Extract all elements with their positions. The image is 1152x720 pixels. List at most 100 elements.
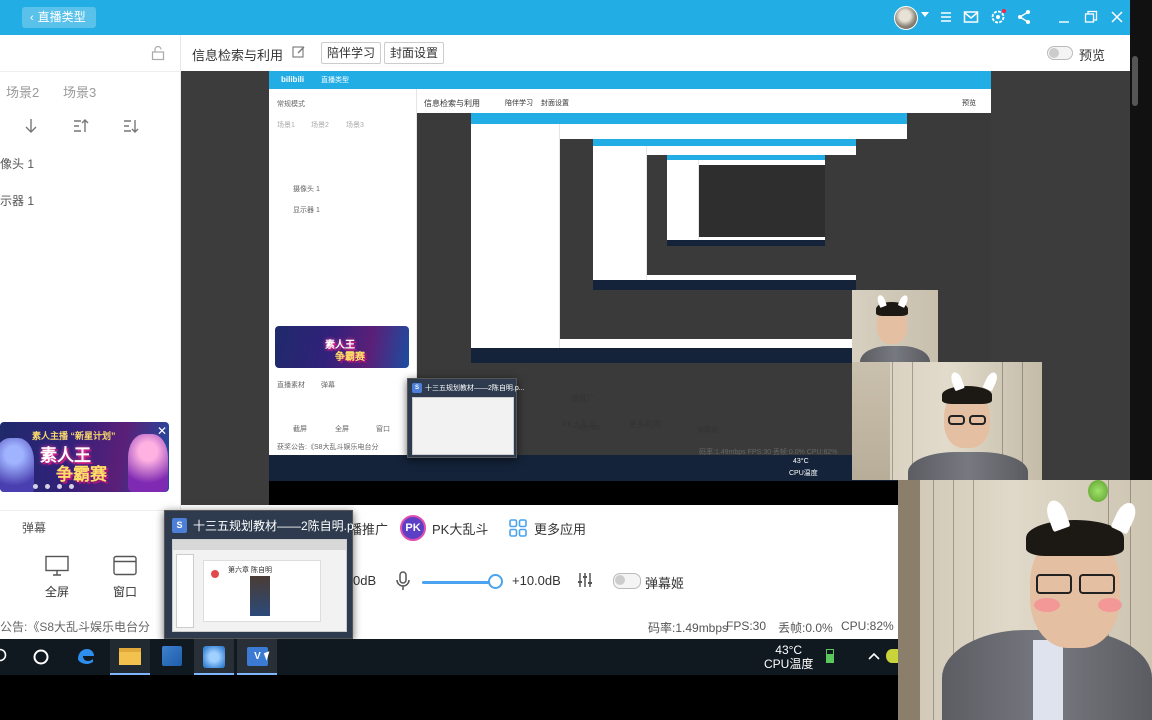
nested-danmaku: 弹幕姬	[697, 427, 718, 434]
cpu-temp-label: CPU温度	[764, 657, 814, 671]
settings-icon[interactable]	[989, 8, 1007, 26]
window-capture-button[interactable]: 窗口	[110, 555, 140, 600]
chevron-up-icon[interactable]	[866, 648, 888, 670]
banner-character-left	[0, 438, 34, 492]
back-button-label: 直播类型	[37, 10, 86, 24]
chevron-down-icon[interactable]	[921, 12, 929, 17]
nested-title-bar: bilibili 直播类型	[269, 71, 991, 89]
dropped-frames-status: 丢帧:0.0%	[778, 621, 833, 635]
leaf-decoration	[1088, 480, 1108, 502]
nested-left-title: 常规模式	[277, 101, 305, 108]
share-icon[interactable]	[1015, 8, 1033, 26]
banner-title-2: 争霸赛	[56, 465, 107, 484]
unlock-icon[interactable]	[150, 45, 166, 61]
monitor-icon	[45, 555, 69, 576]
cpu-temp-value: 43°C	[775, 643, 803, 657]
nested-tab-1: 直播素材	[277, 382, 305, 389]
fullscreen-capture-button[interactable]: 全屏	[42, 555, 72, 600]
promo-banner[interactable]: 素人主播 “新星计划” 素人王 争霸赛 ✕	[0, 422, 169, 492]
close-icon[interactable]	[1108, 8, 1126, 26]
cover-settings-button[interactable]: 封面设置	[384, 42, 445, 64]
minimize-icon[interactable]	[1055, 8, 1073, 26]
battery-icon[interactable]	[826, 649, 848, 671]
app-more[interactable]: 更多应用	[508, 518, 586, 538]
cpu-temperature: 43°C CPU温度	[764, 643, 813, 671]
nested-capture-2: 全屏	[335, 426, 349, 433]
app-title-bar: ‹ 直播类型	[0, 0, 1130, 35]
chevron-left-icon: ‹	[30, 12, 34, 24]
nested-banner: 素人王 争霸赛	[275, 326, 409, 368]
window-label: 窗口	[112, 585, 137, 599]
bottom-tabs: 弹幕	[0, 510, 181, 544]
window-thumbnail-popup[interactable]: S 十三五规划教材——2陈自明.p... 第六章 陈自明	[164, 510, 364, 639]
nested-banner-title-2: 争霸赛	[335, 352, 365, 363]
tab-danmaku[interactable]: 弹幕	[22, 519, 46, 536]
app-pk-battle[interactable]: PK PK大乱斗	[400, 515, 488, 541]
window-icon	[113, 555, 137, 576]
move-down-icon[interactable]	[22, 117, 40, 135]
volume-right-value: +10.0dB	[512, 573, 561, 588]
thumbnail-preview: 第六章 陈自明	[172, 539, 347, 632]
scene-sidebar: 场景2 场景3 像头 1 示器 1 素人主播 “新星计划” 素人王 争霸赛 ✕ …	[0, 35, 181, 639]
danmaku-label: 弹幕姬	[645, 576, 685, 591]
nested-thumbnail: S 十三五规划教材——2陈自明.p...	[407, 378, 525, 458]
nested-temp-label: CPU温度	[789, 470, 818, 477]
taskbar-item-app-1[interactable]	[194, 639, 234, 675]
scene-tab-3[interactable]: 场景3	[63, 82, 96, 101]
move-bottom-icon[interactable]	[122, 117, 140, 135]
store-icon[interactable]	[162, 646, 184, 668]
nested-capture-3: 窗口	[376, 426, 390, 433]
menu-icon[interactable]	[937, 8, 955, 26]
nested-sidebar: 常规模式 场景1 场景2 场景3 摄像头 1 显示器 1 素人王 争霸赛 直播素…	[269, 89, 417, 455]
equalizer-icon[interactable]	[576, 571, 594, 592]
taskbar-item-file-explorer[interactable]	[110, 639, 150, 675]
search-icon[interactable]	[0, 646, 14, 668]
source-item-camera[interactable]: 像头 1	[0, 155, 34, 172]
tray-app-icon[interactable]	[886, 649, 898, 663]
nested-tab-2: 弹幕	[321, 382, 335, 389]
bitrate-status: 码率:1.49mbps	[648, 621, 729, 635]
banner-carousel-dots[interactable]	[33, 484, 74, 489]
cpu-status: CPU:82%	[841, 619, 894, 633]
nested-source-2: 显示器 1	[293, 207, 320, 214]
volume-slider-track[interactable]	[422, 581, 496, 584]
scrollbar-thumb[interactable]	[1132, 56, 1138, 106]
banner-close-icon[interactable]: ✕	[157, 424, 167, 438]
mail-icon[interactable]	[962, 8, 980, 26]
nested-thumb-title: 十三五规划教材——2陈自明.p...	[425, 385, 525, 392]
source-item-display[interactable]: 示器 1	[0, 192, 34, 209]
nested-capture-1: 截屏	[293, 426, 307, 433]
study-mode-button[interactable]: 陪伴学习	[321, 42, 382, 64]
preview-toggle[interactable]	[1047, 46, 1073, 60]
nested-temp: 43°C	[793, 458, 809, 465]
banner-character-right	[128, 434, 168, 492]
nested-logo: bilibili	[281, 75, 305, 84]
nested-scene-2: 场景2	[311, 122, 329, 129]
fps-status: FPS:30	[726, 619, 767, 633]
webcam-overlay-large	[898, 480, 1152, 720]
edge-icon[interactable]	[75, 646, 97, 668]
nested-app-more: 更多应用	[629, 420, 661, 429]
announcement-text[interactable]: 公告:《S8大乱斗娱乐电台分	[0, 618, 150, 635]
room-title: 信息检索与利用	[192, 48, 284, 63]
move-top-icon[interactable]	[72, 117, 90, 135]
microphone-icon[interactable]	[395, 571, 411, 594]
restore-icon[interactable]	[1082, 8, 1100, 26]
user-avatar[interactable]	[894, 6, 918, 30]
fullscreen-label: 全屏	[44, 585, 69, 599]
cortana-icon[interactable]	[30, 646, 52, 668]
nested-pill-cover: 封面设置	[541, 100, 569, 107]
nested-preview-label: 预览	[962, 100, 976, 107]
webcam-overlay-medium	[852, 362, 1042, 480]
nested-level-2	[471, 113, 907, 363]
presentation-app-icon: S	[172, 518, 187, 533]
grid-icon	[509, 519, 527, 537]
app-icon-1	[203, 646, 225, 668]
divider	[0, 71, 181, 72]
scene-tab-2[interactable]: 场景2	[6, 82, 39, 101]
volume-slider-knob[interactable]	[488, 574, 503, 589]
edit-icon[interactable]	[292, 45, 306, 59]
nested-app-promo: 播推广	[571, 394, 595, 403]
live-type-back-button[interactable]: ‹ 直播类型	[22, 7, 96, 28]
danmaku-toggle[interactable]	[613, 573, 641, 589]
